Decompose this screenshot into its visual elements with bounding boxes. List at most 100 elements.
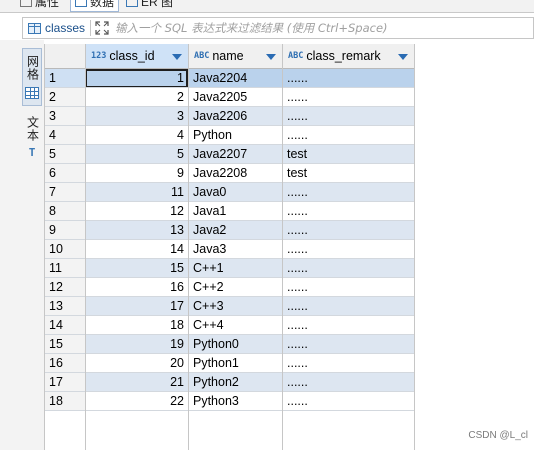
cell-name[interactable]: C++1 bbox=[188, 259, 282, 278]
table-row[interactable]: 16 20 Python1...... bbox=[45, 354, 534, 373]
cell-class-id[interactable]: 14 bbox=[85, 240, 188, 259]
row-number: 2 bbox=[45, 88, 85, 107]
cell-class-remark[interactable]: ...... bbox=[282, 221, 414, 240]
tab-data-label: 数据 bbox=[90, 0, 115, 9]
cell-class-id[interactable]: 13 bbox=[85, 221, 188, 240]
cell-class-id[interactable]: 2 bbox=[85, 88, 188, 107]
table-row[interactable]: 5 5 Java2207 test bbox=[45, 145, 534, 164]
cell-class-id[interactable]: 5 bbox=[85, 145, 188, 164]
cell-class-remark[interactable]: ...... bbox=[282, 373, 414, 392]
table-row[interactable]: 6 9 Java2208 test bbox=[45, 164, 534, 183]
cell-class-remark[interactable]: ...... bbox=[282, 88, 414, 107]
cell-class-id[interactable]: 21 bbox=[85, 373, 188, 392]
cell-class-remark[interactable]: test bbox=[282, 164, 414, 183]
cell-class-id[interactable]: 4 bbox=[85, 126, 188, 145]
cell-class-remark[interactable]: ...... bbox=[282, 69, 414, 88]
cell-class-remark[interactable]: ...... bbox=[282, 316, 414, 335]
cell-name[interactable]: Python1 bbox=[188, 354, 282, 373]
er-diagram-icon bbox=[126, 0, 138, 7]
cell-class-id[interactable]: 11 bbox=[85, 183, 188, 202]
table-row[interactable]: 4 4 Python...... bbox=[45, 126, 534, 145]
table-row[interactable]: 12 16 C++2...... bbox=[45, 278, 534, 297]
tab-er-diagram[interactable]: ER 图 bbox=[126, 0, 173, 11]
table-row[interactable]: 9 13 Java2...... bbox=[45, 221, 534, 240]
filter-input[interactable] bbox=[113, 18, 533, 38]
cell-name[interactable]: Java2208 bbox=[188, 164, 282, 183]
column-header-class-remark[interactable]: ABC class_remark bbox=[282, 44, 414, 69]
row-number: 17 bbox=[45, 373, 85, 392]
table-row[interactable]: 13 17 C++3...... bbox=[45, 297, 534, 316]
table-row[interactable]: 11 15 C++1...... bbox=[45, 259, 534, 278]
cell-class-id[interactable]: 17 bbox=[85, 297, 188, 316]
cell-class-id[interactable]: 22 bbox=[85, 392, 188, 411]
table-row[interactable]: 7 11 Java0...... bbox=[45, 183, 534, 202]
cell-class-remark[interactable]: ...... bbox=[282, 259, 414, 278]
cell-class-id[interactable]: 1 bbox=[85, 69, 188, 88]
table-row[interactable]: 2 2 Java2205...... bbox=[45, 88, 534, 107]
sort-filter-icon[interactable] bbox=[266, 54, 276, 60]
filter-table-selector[interactable]: classes bbox=[23, 18, 85, 38]
column-name: name bbox=[212, 49, 244, 63]
cell-class-remark[interactable]: ...... bbox=[282, 392, 414, 411]
cell-name[interactable]: Java3 bbox=[188, 240, 282, 259]
table-row[interactable]: 17 21 Python2...... bbox=[45, 373, 534, 392]
cell-class-remark[interactable]: ...... bbox=[282, 354, 414, 373]
cell-class-remark[interactable]: ...... bbox=[282, 335, 414, 354]
table-row[interactable]: 8 12 Java1...... bbox=[45, 202, 534, 221]
side-tab-text[interactable]: 文本 T bbox=[22, 116, 42, 162]
cell-class-id[interactable]: 12 bbox=[85, 202, 188, 221]
row-number: 15 bbox=[45, 335, 85, 354]
cell-name[interactable]: Java1 bbox=[188, 202, 282, 221]
row-number: 5 bbox=[45, 145, 85, 164]
cell-class-id[interactable]: 19 bbox=[85, 335, 188, 354]
column-name: class_remark bbox=[306, 49, 381, 63]
cell-class-remark[interactable]: test bbox=[282, 145, 414, 164]
table-row[interactable]: 15 19 Python0...... bbox=[45, 335, 534, 354]
tab-properties[interactable]: 属性 bbox=[20, 0, 59, 11]
cell-name[interactable]: Java0 bbox=[188, 183, 282, 202]
cell-name[interactable]: Java2205 bbox=[188, 88, 282, 107]
cell-class-id[interactable]: 3 bbox=[85, 107, 188, 126]
cell-name[interactable]: Java2207 bbox=[188, 145, 282, 164]
row-number: 1 bbox=[45, 69, 85, 88]
table-row[interactable]: 14 18 C++4...... bbox=[45, 316, 534, 335]
table-row[interactable]: 1 1 Java2204...... bbox=[45, 69, 534, 88]
text-type-icon: ABC bbox=[288, 51, 304, 61]
column-header-class-id[interactable]: 123 class_id bbox=[85, 44, 188, 69]
cell-class-remark[interactable]: ...... bbox=[282, 278, 414, 297]
cell-name[interactable]: Java2 bbox=[188, 221, 282, 240]
table-row[interactable]: 3 3 Java2206...... bbox=[45, 107, 534, 126]
row-number: 8 bbox=[45, 202, 85, 221]
cell-class-remark[interactable]: ...... bbox=[282, 240, 414, 259]
column-header-name[interactable]: ABC name bbox=[188, 44, 282, 69]
cell-class-id[interactable]: 15 bbox=[85, 259, 188, 278]
column-name: class_id bbox=[109, 49, 155, 63]
row-number: 11 bbox=[45, 259, 85, 278]
expand-filter-icon[interactable] bbox=[95, 21, 109, 35]
cell-class-remark[interactable]: ...... bbox=[282, 297, 414, 316]
cell-name[interactable]: C++4 bbox=[188, 316, 282, 335]
cell-name[interactable]: Python2 bbox=[188, 373, 282, 392]
sort-filter-icon[interactable] bbox=[172, 54, 182, 60]
cell-name[interactable]: Python0 bbox=[188, 335, 282, 354]
cell-class-remark[interactable]: ...... bbox=[282, 126, 414, 145]
cell-name[interactable]: C++3 bbox=[188, 297, 282, 316]
tab-data[interactable]: 数据 bbox=[70, 0, 120, 12]
cell-class-id[interactable]: 18 bbox=[85, 316, 188, 335]
table-row[interactable]: 10 14 Java3...... bbox=[45, 240, 534, 259]
cell-class-remark[interactable]: ...... bbox=[282, 107, 414, 126]
cell-name[interactable]: Python bbox=[188, 126, 282, 145]
cell-class-remark[interactable]: ...... bbox=[282, 183, 414, 202]
cell-class-id[interactable]: 9 bbox=[85, 164, 188, 183]
cell-class-id[interactable]: 16 bbox=[85, 278, 188, 297]
table-row[interactable]: 18 22 Python3...... bbox=[45, 392, 534, 411]
sort-filter-icon[interactable] bbox=[398, 54, 408, 60]
cell-name[interactable]: Python3 bbox=[188, 392, 282, 411]
cell-name[interactable]: Java2206 bbox=[188, 107, 282, 126]
cell-name[interactable]: Java2204 bbox=[188, 69, 282, 88]
cell-name[interactable]: C++2 bbox=[188, 278, 282, 297]
side-tab-grid[interactable]: 网格 bbox=[22, 48, 42, 106]
table-icon bbox=[28, 22, 41, 34]
cell-class-id[interactable]: 20 bbox=[85, 354, 188, 373]
cell-class-remark[interactable]: ...... bbox=[282, 202, 414, 221]
